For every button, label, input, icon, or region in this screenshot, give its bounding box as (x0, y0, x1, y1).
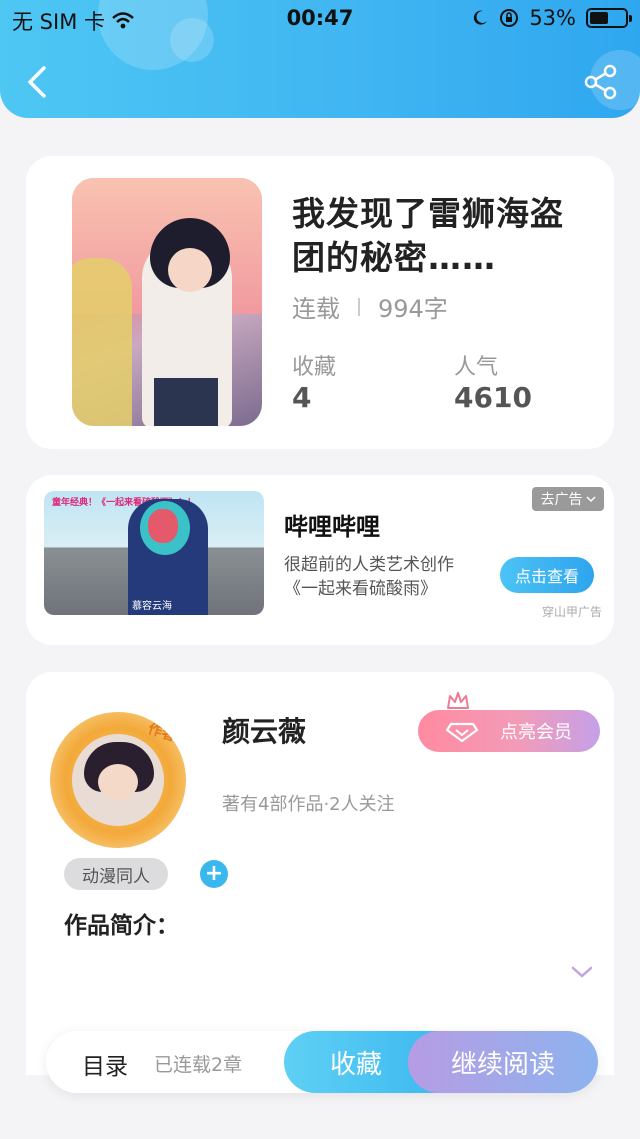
ad-source: 穿山甲广告 (541, 605, 602, 619)
category-tag[interactable]: 动漫同人 (64, 858, 168, 890)
ad-thumbnail[interactable]: 童年经典！《一起来看硫酸雨》！！ 慕容云海 (44, 491, 264, 615)
moon-icon (474, 10, 488, 25)
continue-reading-button[interactable]: 继续阅读 (408, 1031, 598, 1093)
toc-button[interactable]: 目录 (82, 1047, 128, 1081)
chevron-down-icon (585, 496, 596, 503)
remove-ad-button[interactable]: 去广告 (532, 487, 604, 511)
ad-description: 很超前的人类艺术创作 《一起来看硫酸雨》 (284, 553, 454, 601)
ad-thumb-face (148, 509, 178, 543)
vip-button-label: 点亮会员 (500, 722, 572, 743)
popularity-value: 4610 (454, 381, 532, 414)
author-name: 颜云薇 (222, 715, 307, 748)
popularity-label: 人气 (454, 355, 499, 380)
meta-divider (358, 297, 360, 316)
cover-figure-face (168, 248, 212, 292)
book-cover-image[interactable] (72, 178, 262, 426)
ad-title: 哔哩哔哩 (284, 513, 380, 541)
cover-figure-left (72, 258, 132, 426)
chevron-left-icon (28, 66, 46, 98)
avatar-author-tag: 作者 (145, 721, 178, 745)
chevron-down-icon[interactable] (570, 964, 594, 980)
favorites-label: 收藏 (292, 355, 337, 380)
avatar-face (98, 764, 138, 800)
remove-ad-label: 去广告 (540, 492, 583, 508)
ad-card[interactable]: 童年经典！《一起来看硫酸雨》！！ 慕容云海 哔哩哔哩 很超前的人类艺术创作 《一… (26, 475, 614, 645)
ad-view-button[interactable]: 点击查看 (500, 557, 594, 593)
back-button[interactable] (20, 62, 56, 102)
continue-reading-label: 继续阅读 (450, 1049, 555, 1080)
book-word-count: 994字 (378, 295, 448, 323)
favorites-value: 4 (292, 381, 312, 414)
diamond-icon (446, 722, 478, 742)
battery-icon (586, 8, 632, 28)
rotation-lock-icon (500, 9, 519, 27)
favorite-button-label: 收藏 (329, 1049, 382, 1080)
share-button[interactable] (584, 64, 618, 100)
ad-thumb-caption: 慕容云海 (132, 601, 172, 612)
author-meta: 著有4部作品·2人关注 (222, 794, 395, 815)
status-right: 53% (471, 6, 632, 30)
intro-label: 作品简介： (64, 913, 179, 939)
status-bar: 无 SIM 卡 00:47 53% (0, 0, 640, 36)
share-icon (584, 64, 617, 100)
ad-description-line1: 很超前的人类艺术创作 (284, 555, 454, 575)
book-meta: 连载 994字 (292, 289, 448, 324)
header: 无 SIM 卡 00:47 53% (0, 0, 640, 118)
chapter-count[interactable]: 已连载2章 (154, 1050, 242, 1077)
ad-description-line2: 《一起来看硫酸雨》 (284, 579, 437, 599)
crown-icon (447, 692, 469, 709)
book-title: 我发现了雷狮海盗团的秘密…… (292, 194, 564, 277)
author-avatar[interactable]: 作者 (50, 712, 186, 848)
bottom-action-bar: 目录 已连载2章 收藏 继续阅读 (46, 1031, 598, 1093)
battery-percent: 53% (529, 6, 576, 30)
book-info-card: 我发现了雷狮海盗团的秘密…… 连载 994字 收藏 4 人气 4610 (26, 156, 614, 449)
add-tag-button[interactable]: + (200, 860, 228, 888)
cover-figure-pants (154, 378, 218, 426)
battery-fill (590, 12, 609, 24)
book-status: 连载 (292, 295, 340, 323)
